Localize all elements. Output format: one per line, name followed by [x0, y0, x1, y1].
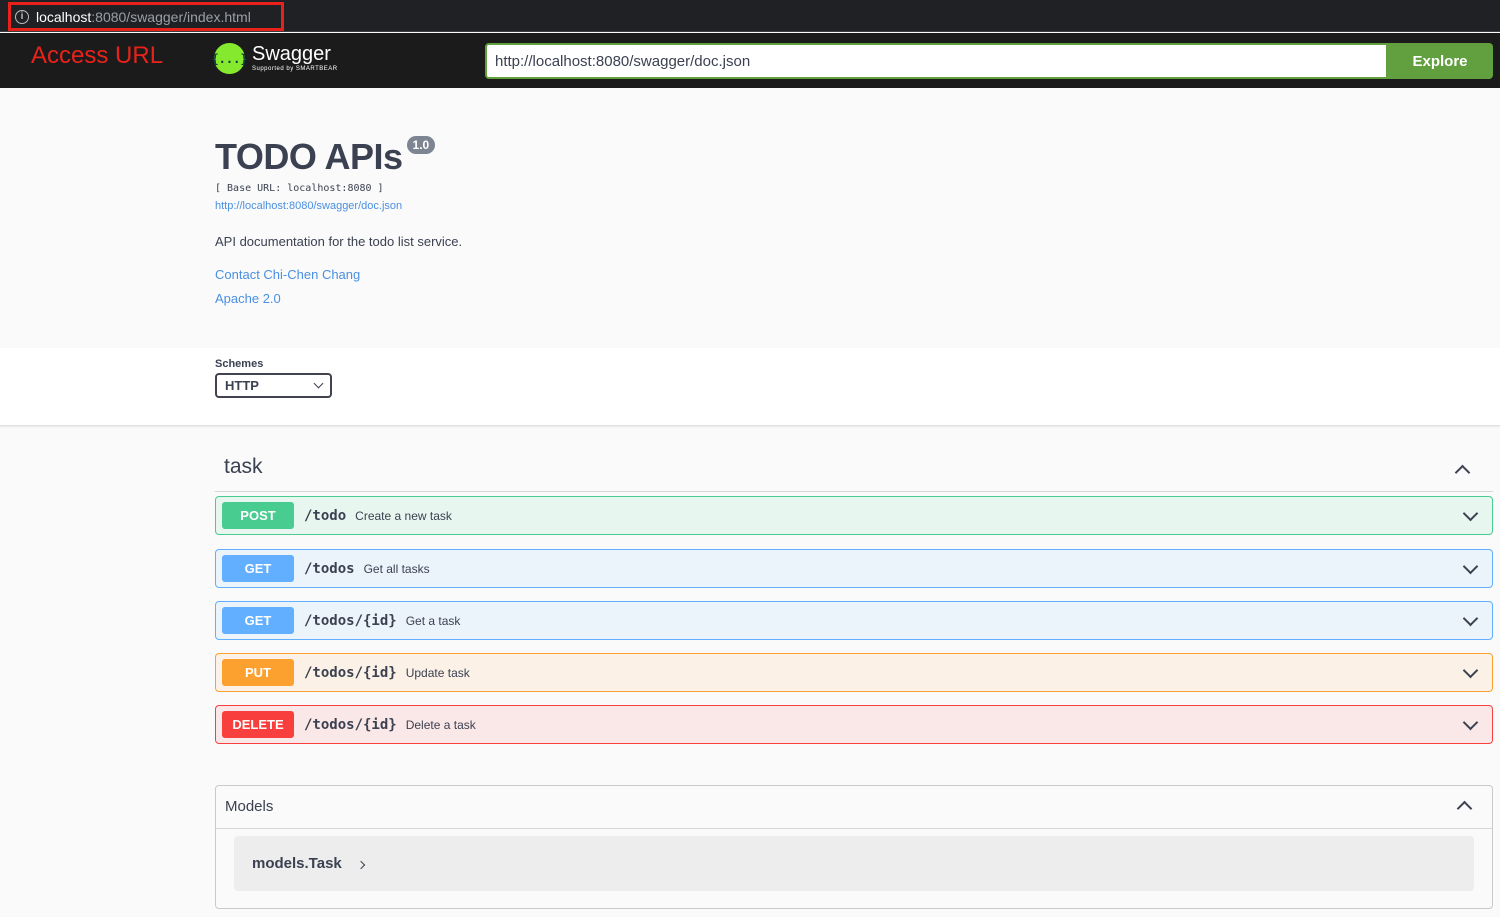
method-badge: PUT — [222, 659, 294, 686]
spec-url-input[interactable] — [485, 43, 1388, 79]
browser-address-bar: i localhost:8080/swagger/index.html — [0, 0, 1500, 32]
tag-name: task — [224, 455, 263, 478]
operation-get-todo-by-id[interactable]: GET /todos/{id} Get a task — [215, 601, 1493, 640]
schemes-section: Schemes HTTP — [0, 348, 1500, 426]
operation-delete-todo[interactable]: DELETE /todos/{id} Delete a task — [215, 705, 1493, 744]
method-badge: POST — [222, 502, 294, 529]
operation-put-todo[interactable]: PUT /todos/{id} Update task — [215, 653, 1493, 692]
model-item-task[interactable]: models.Task — [234, 836, 1474, 891]
chevron-right-icon[interactable] — [356, 860, 366, 869]
chevron-down-icon[interactable] — [1462, 558, 1479, 575]
operation-post-todo[interactable]: POST /todo Create a new task — [215, 496, 1493, 535]
chevron-down-icon[interactable] — [1462, 662, 1479, 679]
version-badge: 1.0 — [406, 136, 436, 154]
operation-path: /todos/{id} — [304, 664, 397, 681]
chevron-up-icon[interactable] — [1456, 800, 1473, 817]
url-host: localhost — [36, 8, 92, 25]
explore-button[interactable]: Explore — [1387, 43, 1493, 79]
license-link[interactable]: Apache 2.0 — [215, 291, 462, 306]
spec-json-link[interactable]: http://localhost:8080/swagger/doc.json — [215, 200, 462, 212]
base-url: [ Base URL: localhost:8080 ] — [215, 183, 384, 194]
chevron-down-icon[interactable] — [1462, 610, 1479, 627]
schemes-select[interactable]: HTTP — [215, 373, 332, 398]
swagger-logo-name: Swagger — [252, 43, 331, 65]
operation-summary: Get all tasks — [363, 561, 430, 576]
models-header[interactable]: Models — [216, 786, 1492, 829]
page-title: TODO APIs — [215, 136, 403, 177]
method-badge: GET — [222, 555, 294, 582]
operation-summary: Delete a task — [405, 717, 476, 732]
chevron-down-icon — [313, 378, 324, 389]
operation-get-todos[interactable]: GET /todos Get all tasks — [215, 549, 1493, 588]
chevron-up-icon[interactable] — [1454, 464, 1471, 481]
swagger-logo-icon: {...} — [211, 43, 248, 74]
access-url-annotation: Access URL — [31, 42, 164, 69]
api-info: TODO APIs 1.0 [ Base URL: localhost:8080… — [215, 130, 462, 306]
schemes-selected-value: HTTP — [225, 378, 259, 393]
operation-path: /todo — [304, 507, 347, 524]
models-section: Models models.Task — [215, 785, 1493, 909]
operation-summary: Create a new task — [355, 508, 452, 523]
api-description: API documentation for the todo list serv… — [215, 234, 463, 249]
chevron-down-icon[interactable] — [1462, 505, 1479, 522]
swagger-logo-subtitle: Supported by SMARTBEAR — [252, 66, 338, 72]
info-icon[interactable]: i — [15, 9, 29, 24]
url-field[interactable]: i localhost:8080/swagger/index.html — [8, 2, 284, 31]
method-badge: DELETE — [222, 711, 294, 738]
url-path: :8080/swagger/index.html — [91, 8, 251, 25]
swagger-topbar: Access URL {...} Swagger Supported by SM… — [0, 33, 1500, 88]
tag-header-task[interactable]: task — [215, 447, 1493, 492]
operation-summary: Update task — [405, 665, 470, 680]
model-name: models.Task — [252, 855, 342, 872]
chevron-down-icon[interactable] — [1462, 714, 1479, 731]
schemes-label: Schemes — [215, 358, 264, 370]
contact-link[interactable]: Contact Chi-Chen Chang — [215, 267, 462, 282]
operation-path: /todos/{id} — [304, 612, 397, 629]
method-badge: GET — [222, 607, 294, 634]
models-title: Models — [225, 798, 274, 815]
swagger-logo[interactable]: {...} Swagger Supported by SMARTBEAR — [211, 43, 338, 74]
operation-path: /todos — [304, 560, 355, 577]
operation-summary: Get a task — [405, 613, 461, 628]
operation-path: /todos/{id} — [304, 716, 397, 733]
